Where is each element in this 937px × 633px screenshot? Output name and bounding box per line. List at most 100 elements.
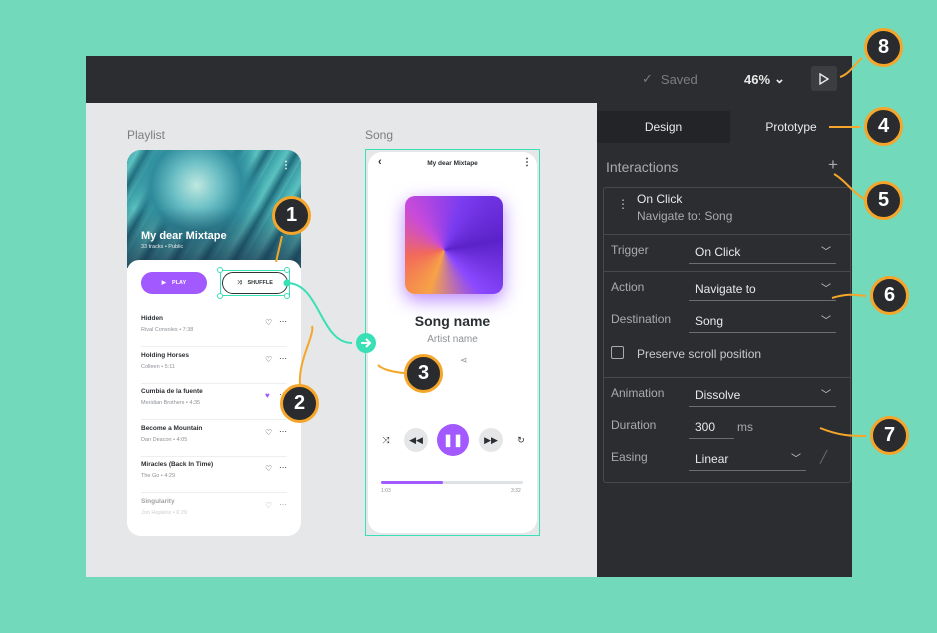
song-list-item[interactable]: Miracles (Back In Time) The Go • 4:29 ♡ ⋯: [141, 456, 287, 493]
back-icon[interactable]: ‹: [378, 156, 382, 168]
present-button[interactable]: [811, 66, 837, 91]
more-icon[interactable]: ⋯: [279, 463, 287, 472]
song-title: Singularity: [141, 497, 175, 505]
pause-icon: ❚❚: [442, 433, 464, 447]
rewind-icon: ◀◀: [409, 434, 423, 445]
play-icon: [819, 72, 829, 85]
zoom-value: 46%: [744, 71, 771, 87]
resize-handle[interactable]: [217, 267, 223, 273]
chevron-down-icon: ﹀: [821, 316, 831, 327]
chevron-down-icon: ﹀: [791, 454, 801, 465]
progress-fill: [381, 481, 444, 484]
heart-icon[interactable]: ♡: [265, 355, 272, 364]
trigger-value: On Click: [695, 245, 741, 259]
easing-label: Easing: [611, 450, 648, 464]
song-title: Hidden: [141, 315, 164, 322]
callout-badge: 4: [864, 107, 903, 146]
playlist-body: ▶ PLAY ⤨ SHUFFLE Hidden Rival Consoles • …: [127, 260, 301, 536]
song-title: Holding Horses: [141, 351, 190, 359]
callout-badge: 8: [864, 28, 903, 67]
play-label: PLAY: [172, 280, 187, 286]
animation-label: Animation: [611, 386, 665, 400]
song-artist: Jon Hopkins • 6:29: [141, 509, 187, 516]
chevron-down-icon: ﹀: [821, 284, 831, 295]
progress-bar[interactable]: [381, 481, 523, 484]
callout-badge: 7: [870, 416, 909, 455]
interaction-summary: Navigate to: Song: [637, 209, 733, 223]
album-art: [405, 196, 503, 294]
play-button[interactable]: ▶ PLAY: [141, 272, 207, 294]
divider: [604, 377, 850, 378]
fast-forward-icon: ▶▶: [484, 434, 498, 445]
resize-handle[interactable]: [217, 293, 223, 299]
share-icon[interactable]: ⋖: [460, 355, 468, 366]
song-header-title: My dear Mixtape: [427, 160, 478, 167]
easing-value: Linear: [695, 452, 729, 466]
more-icon[interactable]: ⋯: [279, 354, 287, 363]
callout-badge: 2: [280, 384, 319, 423]
interaction-card: ⋮ On Click Navigate to: Song Trigger On …: [603, 187, 851, 483]
heart-icon[interactable]: ♡: [265, 464, 272, 473]
tab-design[interactable]: Design: [597, 111, 730, 143]
callout-badge: 6: [870, 276, 909, 315]
song-frame[interactable]: My dear Mixtape ‹ ⋮ Song name Artist nam…: [365, 149, 540, 536]
heart-icon[interactable]: ♡: [265, 318, 272, 327]
drag-handle-icon[interactable]: ⋮: [617, 197, 629, 211]
play-icon: ▶: [161, 280, 167, 286]
shuffle-icon[interactable]: ⤨: [378, 428, 394, 452]
song-list-item[interactable]: Become a Mountain Dan Deacon • 4:05 ♡ ⋯: [141, 420, 287, 457]
forward-button[interactable]: ▶▶: [479, 428, 503, 452]
song-title: Become a Mountain: [141, 424, 203, 432]
design-app-window: ✓ Saved 46% ⌄ Playlist Song ⋮ My dear Mi…: [86, 56, 852, 577]
destination-value: Song: [695, 314, 724, 328]
frame-label-playlist: Playlist: [127, 128, 166, 142]
heart-icon[interactable]: ♡: [265, 501, 272, 510]
selection-outline: [220, 270, 290, 296]
song-artist: Meridian Brothers • 4:35: [141, 400, 201, 406]
action-label: Action: [611, 280, 645, 294]
destination-label: Destination: [611, 312, 672, 326]
more-icon[interactable]: ⋯: [279, 317, 287, 326]
artist-name: Artist name: [427, 334, 478, 345]
saved-status: ✓ Saved: [642, 71, 698, 87]
duration-label: Duration: [611, 418, 657, 432]
song-list-item[interactable]: Hidden Rival Consoles • 7:38 ♡ ⋯: [141, 310, 287, 347]
easing-curve-icon[interactable]: ╱: [820, 450, 827, 464]
saved-label: Saved: [660, 71, 698, 87]
song-list-item[interactable]: Holding Horses Colleen • 5:11 ♡ ⋯: [141, 347, 287, 384]
more-icon[interactable]: ⋮: [281, 160, 291, 171]
song-title: Miracles (Back In Time): [141, 461, 214, 468]
preserve-scroll-checkbox[interactable]: [611, 346, 624, 359]
time-total: 3:32: [511, 488, 521, 494]
song-artist: Dan Deacon • 4:05: [141, 436, 188, 443]
top-toolbar: ✓ Saved 46% ⌄: [86, 56, 852, 103]
frame-label-song: Song: [365, 128, 394, 142]
heart-icon[interactable]: ♥: [265, 391, 270, 400]
repeat-icon[interactable]: ↻: [513, 428, 529, 452]
song-list-item[interactable]: Cumbia de la fuente Meridian Brothers • 4…: [141, 383, 287, 420]
song-name: Song name: [414, 313, 491, 329]
zoom-dropdown[interactable]: 46% ⌄: [744, 71, 785, 87]
rewind-button[interactable]: ◀◀: [404, 428, 428, 452]
song-screen: My dear Mixtape ‹ ⋮ Song name Artist nam…: [368, 152, 537, 533]
song-artist: Colleen • 5:11: [141, 363, 175, 370]
interaction-event: On Click: [637, 192, 683, 206]
tab-prototype[interactable]: Prototype: [730, 111, 852, 143]
more-icon[interactable]: ⋯: [279, 500, 287, 509]
playlist-title: My dear Mixtape: [141, 230, 227, 242]
chevron-down-icon: ⌄: [774, 71, 785, 86]
heart-icon[interactable]: ♡: [265, 428, 272, 437]
animation-value: Dissolve: [695, 388, 741, 402]
resize-handle[interactable]: [284, 293, 290, 299]
more-icon[interactable]: ⋮: [522, 157, 532, 168]
add-interaction-icon[interactable]: +: [828, 155, 838, 175]
duration-unit: ms: [737, 420, 753, 434]
more-icon[interactable]: ⋯: [279, 427, 287, 436]
preserve-scroll-label: Preserve scroll position: [637, 347, 762, 361]
callout-badge: 3: [404, 354, 443, 393]
pause-button[interactable]: ❚❚: [437, 424, 469, 456]
resize-handle[interactable]: [284, 267, 290, 273]
song-list-item[interactable]: Singularity Jon Hopkins • 6:29 ♡ ⋯: [141, 493, 287, 529]
interactions-title: Interactions: [606, 159, 679, 175]
chevron-down-icon: ﹀: [821, 247, 831, 258]
